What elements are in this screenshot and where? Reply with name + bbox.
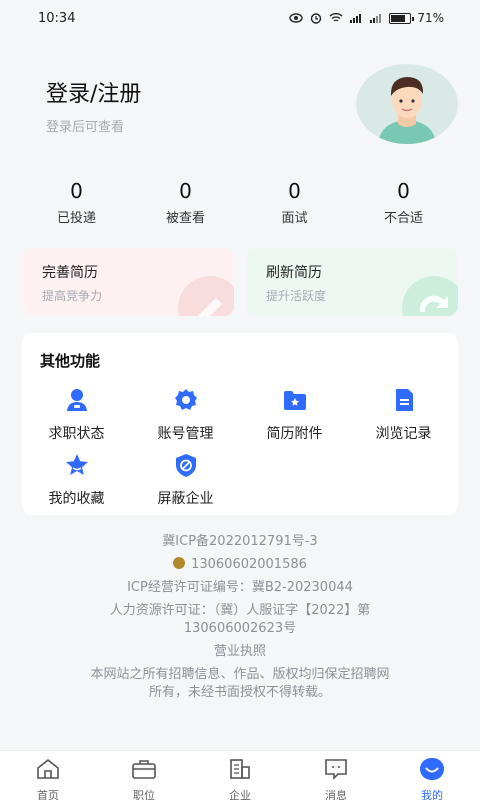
- stat-value: 0: [288, 179, 301, 203]
- refresh-resume-card[interactable]: 刷新简历 提升活跃度: [246, 248, 458, 316]
- police-badge-icon: [173, 557, 186, 569]
- browse-history-button[interactable]: 浏览记录: [349, 387, 458, 443]
- person-icon: [66, 389, 87, 411]
- signal-4g-icon: [370, 14, 382, 23]
- icp-record-link[interactable]: 冀ICP备2022012791号-3: [0, 532, 480, 555]
- stat-label: 被查看: [165, 211, 205, 226]
- function-label: 屏蔽企业: [157, 491, 214, 507]
- avatar-illustration-icon: [378, 77, 436, 144]
- folder-star-icon: [283, 391, 306, 410]
- function-label: 简历附件: [266, 426, 323, 442]
- footer-info: 冀ICP备2022012791号-3 13060602001586 ICP经营许…: [0, 532, 480, 706]
- stat-viewed[interactable]: 0 被查看: [131, 178, 240, 228]
- bottom-tab-bar: 首页 职位 企业 消息 我的: [0, 750, 480, 800]
- document-icon: [395, 389, 413, 411]
- shield-block-icon: [175, 454, 196, 477]
- stat-delivered[interactable]: 0 已投递: [22, 178, 131, 228]
- copyright-text: 本网站之所有招聘信息、作品、版权均归保定招聘网: [90, 667, 390, 682]
- tab-messages[interactable]: 消息: [288, 751, 384, 800]
- status-icons: 71%: [289, 11, 444, 25]
- briefcase-icon: [132, 760, 156, 779]
- stat-interview[interactable]: 0 面试: [240, 178, 349, 228]
- stat-label: 已投递: [56, 211, 96, 226]
- business-license-link[interactable]: 营业执照: [0, 642, 480, 665]
- my-favorites-button[interactable]: 我的收藏: [22, 452, 131, 508]
- stat-value: 0: [70, 179, 83, 203]
- wifi-icon: [329, 13, 343, 22]
- login-register-title[interactable]: 登录/注册: [46, 76, 141, 108]
- hr-license-number: 130606002623号: [183, 621, 297, 636]
- battery-percent: 71%: [417, 11, 444, 25]
- panel-title: 其他功能: [40, 352, 101, 370]
- tab-companies[interactable]: 企业: [192, 751, 288, 800]
- building-icon: [230, 759, 250, 779]
- copyright-text-2: 所有，未经书面授权不得转载。: [148, 685, 331, 700]
- tab-label: 企业: [229, 789, 251, 800]
- icp-license-text: ICP经营许可证编号：冀B2-20230044: [127, 580, 353, 595]
- police-record-link[interactable]: 13060602001586: [0, 555, 480, 578]
- resume-cards: 完善简历 提高竞争力 刷新简历 提升活跃度: [22, 248, 458, 316]
- profile-header[interactable]: 登录/注册 登录后可查看: [0, 60, 480, 150]
- avatar[interactable]: [356, 64, 458, 144]
- eye-icon: [289, 13, 304, 23]
- tab-label: 消息: [325, 789, 347, 800]
- signal-5g-icon: [350, 14, 362, 23]
- pencil-icon: [178, 276, 234, 316]
- resume-attachment-button[interactable]: 简历附件: [240, 387, 349, 443]
- home-icon: [37, 758, 59, 779]
- tab-jobs[interactable]: 职位: [96, 751, 192, 800]
- function-label: 账号管理: [157, 426, 214, 442]
- hr-license-text: 人力资源许可证：（冀）人服证字【2022】第: [109, 603, 371, 618]
- stat-label: 不合适: [383, 211, 423, 226]
- alarm-icon: [311, 13, 322, 24]
- star-icon: [65, 454, 88, 475]
- status-bar: 10:34 71%: [0, 0, 480, 36]
- function-label: 浏览记录: [375, 426, 432, 442]
- stat-label: 面试: [281, 211, 308, 226]
- stat-unsuitable[interactable]: 0 不合适: [349, 178, 458, 228]
- job-status-button[interactable]: 求职状态: [22, 387, 131, 443]
- application-stats: 0 已投递 0 被查看 0 面试 0 不合适: [22, 178, 458, 228]
- stat-value: 0: [179, 179, 192, 203]
- account-management-button[interactable]: 账号管理: [131, 387, 240, 443]
- gear-icon: [174, 389, 197, 410]
- tab-label: 我的: [421, 789, 443, 800]
- tab-mine[interactable]: 我的: [384, 751, 480, 800]
- block-company-button[interactable]: 屏蔽企业: [131, 452, 240, 508]
- function-label: 求职状态: [48, 426, 105, 442]
- login-hint: 登录后可查看: [46, 120, 125, 135]
- function-label: 我的收藏: [48, 491, 105, 507]
- complete-resume-card[interactable]: 完善简历 提高竞争力: [22, 248, 234, 316]
- refresh-icon: [402, 276, 458, 316]
- smile-icon: [420, 758, 444, 780]
- status-time: 10:34: [38, 10, 76, 26]
- stat-value: 0: [397, 179, 410, 203]
- battery-icon: [389, 12, 415, 24]
- tab-label: 职位: [133, 789, 155, 800]
- tab-label: 首页: [37, 789, 59, 800]
- police-record-number: 13060602001586: [191, 557, 307, 572]
- tab-home[interactable]: 首页: [0, 751, 96, 800]
- other-functions-panel: 其他功能 求职状态 账号管理 简历附件 浏览记录 我的收藏 屏蔽企业: [22, 333, 458, 515]
- chat-icon: [325, 759, 347, 780]
